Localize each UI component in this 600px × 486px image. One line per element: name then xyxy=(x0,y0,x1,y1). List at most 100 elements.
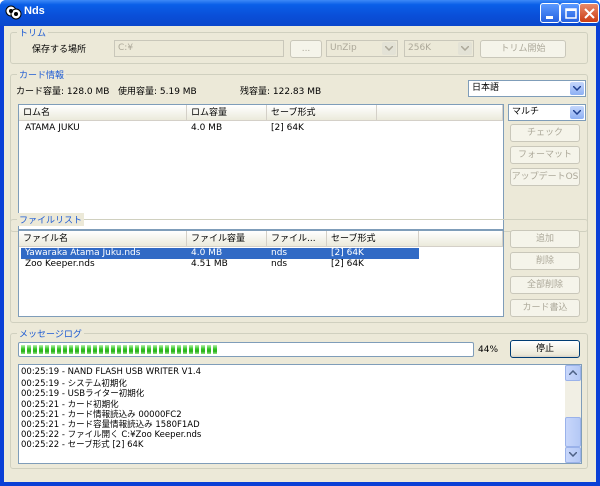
progress-block xyxy=(33,345,37,354)
progress-block xyxy=(93,345,97,354)
progress-text: 44% xyxy=(478,345,499,355)
progress-block xyxy=(123,345,127,354)
minimize-button[interactable] xyxy=(540,3,560,23)
app-window: Nds トリム 保存する場所 C:¥ ... UnZip 256K トリム開始 xyxy=(0,0,600,486)
file-type-column-header[interactable]: ファイル... xyxy=(267,231,327,247)
maximize-button[interactable] xyxy=(560,3,580,23)
update-os-button[interactable]: アップデートOS xyxy=(510,168,580,186)
close-button[interactable] xyxy=(579,3,599,23)
file-row-name: Yawaraka Atama Juku.nds xyxy=(25,248,141,258)
scroll-up-button[interactable] xyxy=(565,365,581,381)
progress-block xyxy=(183,345,187,354)
stop-button[interactable]: 停止 xyxy=(510,340,580,358)
file-name-column-header[interactable]: ファイル名 xyxy=(19,231,187,247)
progress-block xyxy=(21,345,25,354)
check-button[interactable]: チェック xyxy=(510,124,580,142)
progress-block xyxy=(159,345,163,354)
progress-block xyxy=(177,345,181,354)
file-row-save: [2] 64K xyxy=(331,259,364,269)
progress-block xyxy=(99,345,103,354)
file-save-column-header[interactable]: セーブ形式 xyxy=(327,231,419,247)
scroll-thumb[interactable] xyxy=(565,417,581,447)
save-format-column-header[interactable]: セーブ形式 xyxy=(267,105,377,121)
rom-list[interactable]: ロム名 ロム容量 セーブ形式 ATAMA JUKU 4.0 MB [2] 64K xyxy=(18,104,504,230)
progress-block xyxy=(87,345,91,354)
file-row-size: 4.51 MB xyxy=(191,259,228,269)
app-icon xyxy=(5,5,22,20)
empty-column-header xyxy=(419,231,503,247)
progress-bar xyxy=(18,342,474,357)
trim-group-label: トリム xyxy=(17,26,49,39)
card-info-group-label: カード情報 xyxy=(17,68,67,81)
file-list-group-label: ファイルリスト xyxy=(17,213,85,226)
language-value: 日本語 xyxy=(472,83,500,93)
log-line: 00:25:22 - セーブ形式 [2] 64K xyxy=(21,440,144,451)
save-location-label: 保存する場所 xyxy=(32,45,87,55)
rom-row-name: ATAMA JUKU xyxy=(25,123,80,133)
maximize-icon xyxy=(565,8,577,19)
progress-block xyxy=(111,345,115,354)
write-card-button[interactable]: カード書込 xyxy=(510,299,580,317)
window-client: トリム 保存する場所 C:¥ ... UnZip 256K トリム開始 カード情… xyxy=(4,26,596,482)
log-line: 00:25:19 - NAND FLASH USB WRITER V1.4 xyxy=(21,367,202,377)
delete-all-button[interactable]: 全部削除 xyxy=(510,276,580,294)
progress-block xyxy=(63,345,67,354)
progress-block xyxy=(51,345,55,354)
unzip-select[interactable]: UnZip xyxy=(326,40,398,57)
progress-block xyxy=(135,345,139,354)
scroll-down-button[interactable] xyxy=(565,447,581,463)
used-capacity-text: 使用容量: 5.19 MB xyxy=(118,87,197,97)
remaining-capacity-text: 残容量: 122.83 MB xyxy=(240,87,322,97)
format-button[interactable]: フォーマット xyxy=(510,146,580,164)
save-location-value: C:¥ xyxy=(118,43,134,53)
message-log[interactable]: 00:25:19 - NAND FLASH USB WRITER V1.4 00:… xyxy=(18,364,582,464)
language-select[interactable]: 日本語 xyxy=(468,80,586,97)
file-row-type: nds xyxy=(271,248,288,258)
close-icon xyxy=(584,8,595,19)
progress-block xyxy=(105,345,109,354)
empty-column-header xyxy=(377,105,503,121)
trim-size-value: 256K xyxy=(408,43,432,53)
progress-block xyxy=(147,345,151,354)
rom-row-save: [2] 64K xyxy=(271,123,304,133)
rom-size-column-header[interactable]: ロム容量 xyxy=(187,105,267,121)
progress-block xyxy=(69,345,73,354)
delete-button[interactable]: 削除 xyxy=(510,252,580,270)
progress-block xyxy=(213,345,217,354)
progress-block xyxy=(165,345,169,354)
log-scrollbar[interactable] xyxy=(565,365,581,463)
progress-block xyxy=(129,345,133,354)
title-bar[interactable]: Nds xyxy=(0,0,600,26)
chevron-up-icon xyxy=(569,370,577,375)
chevron-down-icon xyxy=(382,42,396,55)
progress-block xyxy=(153,345,157,354)
trim-size-select[interactable]: 256K xyxy=(404,40,474,57)
card-capacity-text: カード容量: 128.0 MB xyxy=(16,87,110,97)
rom-name-column-header[interactable]: ロム名 xyxy=(19,105,187,121)
progress-block xyxy=(171,345,175,354)
minimize-icon xyxy=(546,16,553,19)
progress-block xyxy=(207,345,211,354)
rom-row-size: 4.0 MB xyxy=(191,123,223,133)
file-row-type: nds xyxy=(271,259,288,269)
unzip-select-value: UnZip xyxy=(330,43,357,53)
progress-block xyxy=(81,345,85,354)
file-size-column-header[interactable]: ファイル容量 xyxy=(187,231,267,247)
mode-select[interactable]: マルチ xyxy=(508,104,586,121)
message-log-group-label: メッセージログ xyxy=(17,327,84,340)
chevron-down-icon xyxy=(569,452,577,457)
progress-block xyxy=(141,345,145,354)
browse-button[interactable]: ... xyxy=(290,40,322,58)
window-title: Nds xyxy=(24,5,45,17)
save-location-field[interactable]: C:¥ xyxy=(114,40,284,57)
progress-block xyxy=(39,345,43,354)
trim-start-button[interactable]: トリム開始 xyxy=(480,40,566,58)
file-row-save: [2] 64K xyxy=(331,248,364,258)
progress-block xyxy=(189,345,193,354)
progress-block xyxy=(45,345,49,354)
file-list[interactable]: ファイル名 ファイル容量 ファイル... セーブ形式 Yawaraka Atam… xyxy=(18,230,504,317)
progress-block xyxy=(201,345,205,354)
chevron-down-icon xyxy=(570,82,584,95)
progress-block xyxy=(117,345,121,354)
add-button[interactable]: 追加 xyxy=(510,230,580,248)
